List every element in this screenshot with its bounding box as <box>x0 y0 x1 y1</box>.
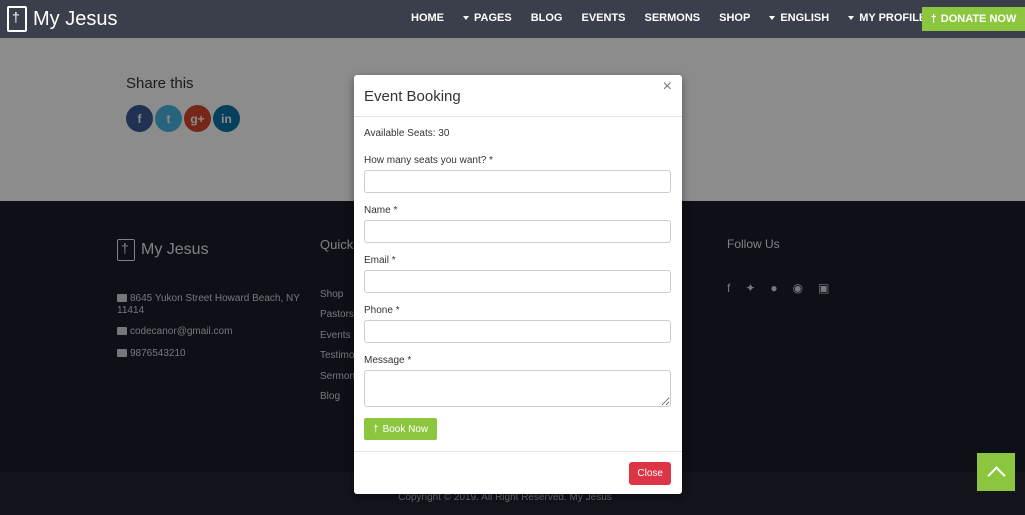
cross-icon: † <box>373 423 379 435</box>
email-input[interactable] <box>364 270 671 293</box>
chevron-down-icon <box>769 16 776 20</box>
email-label: Email * <box>364 255 396 266</box>
book-now-button[interactable]: † Book Now <box>364 418 438 440</box>
nav-sermons[interactable]: SERMONS <box>645 12 701 24</box>
nav-events[interactable]: EVENTS <box>581 12 625 24</box>
nav-menu: HOME PAGES BLOG EVENTS SERMONS SHOP ENGL… <box>411 12 945 24</box>
nav-pages[interactable]: PAGES <box>463 12 512 24</box>
nav-shop[interactable]: SHOP <box>719 12 750 24</box>
scroll-to-top-button[interactable] <box>977 453 1015 491</box>
phone-input[interactable] <box>364 320 671 343</box>
nav-my-profile[interactable]: MY PROFILE <box>848 12 926 24</box>
cross-icon: † <box>930 13 937 25</box>
message-label: Message * <box>364 355 412 366</box>
phone-label: Phone * <box>364 305 400 316</box>
nav-language[interactable]: ENGLISH <box>769 12 829 24</box>
donate-button[interactable]: † DONATE NOW <box>922 7 1025 31</box>
available-seats: Available Seats: 30 <box>364 128 450 139</box>
message-textarea[interactable] <box>364 370 671 407</box>
bible-icon <box>7 6 27 32</box>
nav-home[interactable]: HOME <box>411 12 444 24</box>
site-name: My Jesus <box>33 7 118 30</box>
chevron-down-icon <box>848 16 855 20</box>
seats-input[interactable] <box>364 170 671 193</box>
modal-header: Event Booking × <box>354 75 682 117</box>
navbar: My Jesus HOME PAGES BLOG EVENTS SERMONS … <box>0 0 1025 38</box>
nav-blog[interactable]: BLOG <box>531 12 563 24</box>
modal-body: Available Seats: 30 How many seats you w… <box>354 117 682 451</box>
event-booking-modal: Event Booking × Available Seats: 30 How … <box>354 75 682 494</box>
name-label: Name * <box>364 205 398 216</box>
chevron-down-icon <box>463 16 469 20</box>
modal-footer: Close <box>354 451 682 494</box>
modal-title: Event Booking <box>364 88 461 105</box>
chevron-up-icon <box>986 465 1006 485</box>
close-icon[interactable]: × <box>663 78 672 96</box>
close-button[interactable]: Close <box>629 462 671 485</box>
site-logo[interactable]: My Jesus <box>7 6 117 32</box>
seats-label: How many seats you want? * <box>364 155 493 166</box>
name-input[interactable] <box>364 220 671 243</box>
